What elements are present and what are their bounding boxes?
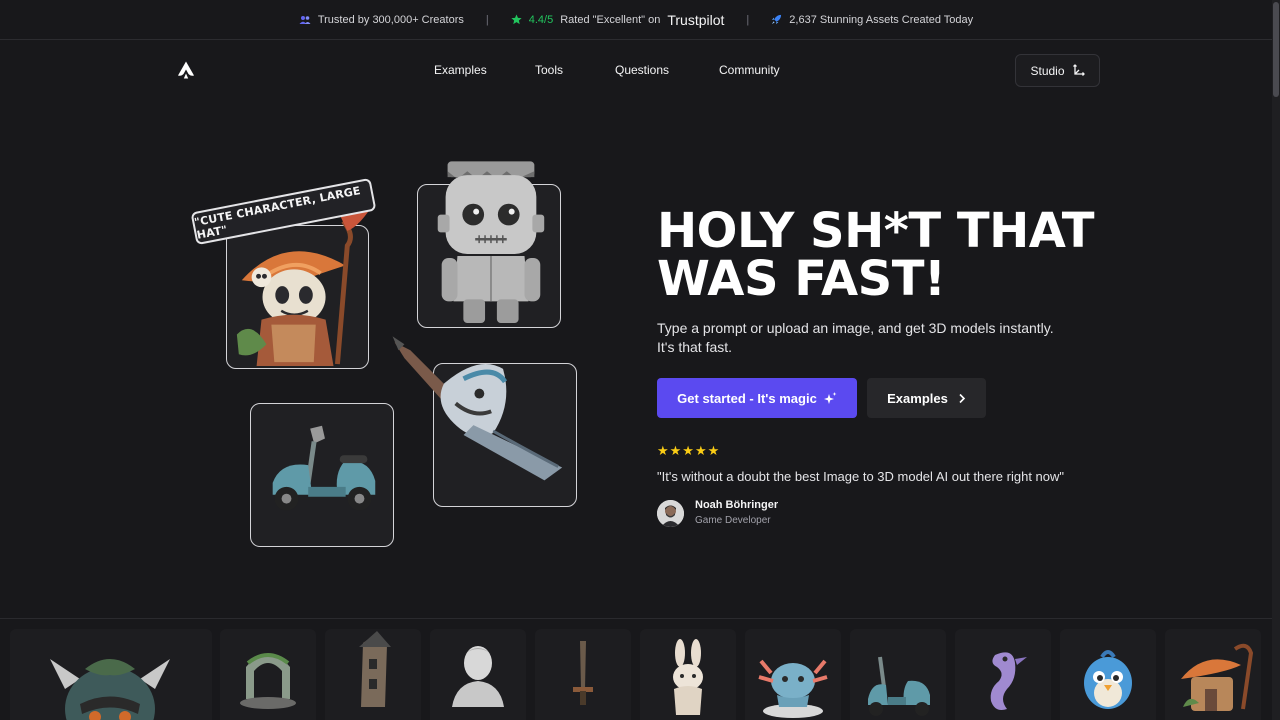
trusted-by-item: Trusted by 300,000+ Creators: [299, 14, 464, 26]
rocket-icon: [772, 14, 782, 25]
separator: |: [485, 13, 489, 26]
author-avatar: [657, 500, 684, 527]
separator: |: [746, 13, 750, 26]
sparkles-icon: [823, 391, 837, 404]
subhead-line-1: Type a prompt or upload an image, and ge…: [657, 320, 1054, 336]
landing-page: Trusted by 300,000+ Creators | 4.4/5 Rat…: [0, 0, 1280, 720]
trusted-by-text: Trusted by 300,000+ Creators: [317, 13, 464, 26]
gallery-tile[interactable]: [640, 629, 736, 720]
tower-house-icon: [359, 631, 391, 707]
testimonial-quote: "It's without a doubt the best Image to …: [657, 469, 1064, 484]
subhead-line-2: It's that fast.: [657, 339, 733, 355]
examples-label: Examples: [887, 390, 948, 406]
gallery-tile[interactable]: [325, 629, 421, 720]
showcase-card-sword: [392, 336, 577, 507]
wizard-character-image: [236, 201, 375, 367]
star-icon: [511, 14, 522, 25]
chevron-right-icon: [959, 393, 965, 403]
gallery-tile[interactable]: [430, 629, 526, 720]
rating-score: 4.4/5: [528, 13, 554, 26]
page-scrollbar[interactable]: [1272, 0, 1280, 720]
nav-item-examples[interactable]: Examples: [434, 63, 487, 77]
demon-head-icon: [50, 659, 170, 720]
showcase-card-monster: [417, 161, 561, 328]
scooter-image: [272, 425, 376, 511]
gallery-tile[interactable]: [850, 629, 946, 720]
arch-icon: [240, 653, 296, 709]
axis-arrows-icon: [1072, 64, 1085, 76]
get-started-label: Get started - It's magic: [677, 390, 817, 406]
nav-item-questions[interactable]: Questions: [615, 63, 669, 77]
gallery-tile[interactable]: [745, 629, 841, 720]
hero-headline: HOLY SH*T THAT WAS FAST!: [657, 207, 1117, 303]
author-name: Noah Böhringer: [695, 499, 779, 511]
gallery-tile[interactable]: [10, 629, 212, 720]
model-gallery: [0, 618, 1272, 720]
rating-stars: ★★★★★: [657, 443, 721, 458]
gallery-tile[interactable]: [1060, 629, 1156, 720]
trustpilot-rating-item[interactable]: 4.4/5 Rated "Excellent" on Trustpilot: [511, 11, 725, 28]
showcase-card-wizard: [226, 201, 375, 369]
monster-figure-image: [437, 161, 545, 324]
nav-item-community[interactable]: Community: [719, 63, 780, 77]
sword-icon: [573, 641, 593, 705]
scooter-icon: [868, 656, 930, 716]
seahorse-icon: [990, 652, 1027, 710]
showcase-card-scooter: [250, 403, 394, 547]
axolotl-icon: [758, 659, 828, 718]
trustpilot-wordmark: Trustpilot: [667, 11, 725, 28]
mushroom-house-icon: [1181, 643, 1254, 711]
author-role: Game Developer: [695, 515, 771, 526]
studio-button[interactable]: Studio: [1015, 54, 1100, 87]
gallery-tile[interactable]: [220, 629, 316, 720]
hero-subheading: Type a prompt or upload an image, and ge…: [657, 319, 1087, 357]
get-started-button[interactable]: Get started - It's magic: [657, 378, 857, 418]
gallery-tile[interactable]: [955, 629, 1051, 720]
scrollbar-thumb[interactable]: [1273, 2, 1279, 97]
brand-logo[interactable]: [176, 60, 196, 80]
gallery-tile[interactable]: [535, 629, 631, 720]
blue-bird-icon: [1084, 650, 1132, 709]
rating-text: Rated "Excellent" on: [560, 13, 661, 26]
gallery-tile[interactable]: [1165, 629, 1261, 720]
announcement-bar: Trusted by 300,000+ Creators | 4.4/5 Rat…: [0, 0, 1272, 40]
headline-line-2: WAS FAST!: [657, 251, 946, 307]
bust-statue-icon: [452, 646, 504, 707]
assets-created-item: 2,637 Stunning Assets Created Today: [771, 14, 973, 26]
assets-created-text: 2,637 Stunning Assets Created Today: [789, 13, 974, 26]
studio-label: Studio: [1030, 63, 1065, 78]
users-icon: [299, 15, 311, 24]
nav-item-tools[interactable]: Tools: [535, 63, 563, 77]
examples-button[interactable]: Examples: [867, 378, 986, 418]
bunny-icon: [673, 639, 703, 715]
dragon-sword-image: [392, 336, 563, 481]
